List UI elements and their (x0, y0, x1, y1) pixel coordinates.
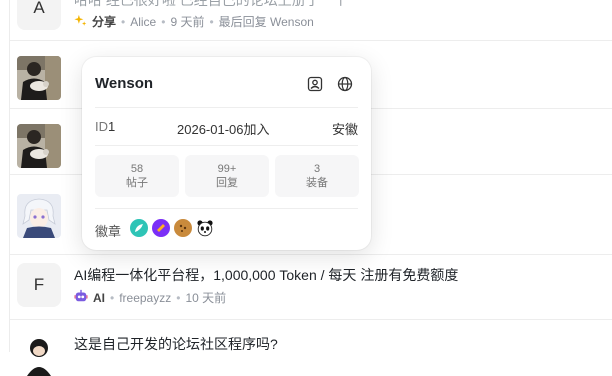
cookie-badge-icon[interactable] (174, 219, 192, 237)
separator: • (110, 290, 115, 305)
stat-posts[interactable]: 58 帖子 (95, 155, 179, 197)
category-label: AI (93, 290, 105, 305)
badges-label: 徽章 (95, 224, 122, 239)
topic-meta: 分享 • Alice • 9 天前 • 最后回复 Wenson (74, 13, 314, 30)
avatar[interactable]: F (17, 263, 61, 307)
category-tag[interactable]: AI (74, 289, 105, 306)
location: 安徽 (332, 122, 359, 137)
separator: • (209, 14, 214, 29)
avatar[interactable] (17, 56, 61, 100)
sparkles-icon (74, 14, 87, 30)
topic-meta: AI • freepayzz • 10 天前 (74, 289, 226, 306)
user-popover: Wenson ID1 2026-01-06加入 安徽 58 帖子 99+ 回复 … (82, 57, 371, 250)
avatar[interactable] (17, 332, 61, 376)
topic-title[interactable]: AI编程一体化平台程，1,000,000 Token / 每天 注册有免费额度 (74, 265, 458, 285)
panda-badge-icon[interactable] (196, 219, 214, 237)
profile-icon[interactable] (306, 75, 324, 93)
join-date: 2026-01-06加入 (177, 122, 270, 137)
stat-label: 装备 (306, 177, 328, 189)
stat-value: 3 (313, 163, 321, 175)
separator: • (161, 14, 166, 29)
stat-value: 58 (130, 163, 144, 175)
stat-replies[interactable]: 99+ 回复 (185, 155, 269, 197)
avatar[interactable] (17, 194, 61, 238)
feather-badge-icon[interactable] (130, 219, 148, 237)
time: 9 天前 (170, 15, 205, 29)
stat-equipment[interactable]: 3 装备 (275, 155, 359, 197)
user-id: ID1 (95, 119, 115, 134)
time: 10 天前 (185, 291, 227, 305)
author[interactable]: freepayzz (119, 291, 171, 305)
author[interactable]: Alice (130, 15, 156, 29)
globe-icon[interactable] (336, 75, 354, 93)
stat-value: 99+ (217, 163, 237, 175)
avatar[interactable]: A (17, 0, 61, 30)
topic-row[interactable] (10, 254, 612, 320)
topic-title[interactable]: 哈哈 经已很好啦 已经自己的论坛上册了一个 (74, 0, 348, 10)
divider (95, 208, 358, 209)
category-label: 分享 (92, 15, 117, 29)
category-tag[interactable]: 分享 (74, 13, 116, 30)
divider (95, 107, 358, 108)
user-name[interactable]: Wenson (95, 75, 153, 92)
id-label: ID (95, 119, 108, 134)
last-reply[interactable]: 最后回复 Wenson (219, 13, 314, 30)
divider (95, 145, 358, 146)
rocket-badge-icon[interactable] (152, 219, 170, 237)
avatar[interactable] (17, 124, 61, 168)
stat-label: 回复 (216, 177, 238, 189)
topic-title[interactable]: 这是自己开发的论坛社区程序吗? (74, 334, 278, 354)
separator: • (176, 290, 181, 305)
separator: • (121, 14, 126, 29)
robot-icon (74, 289, 88, 306)
stat-label: 帖子 (126, 177, 148, 189)
id-value: 1 (108, 119, 116, 134)
